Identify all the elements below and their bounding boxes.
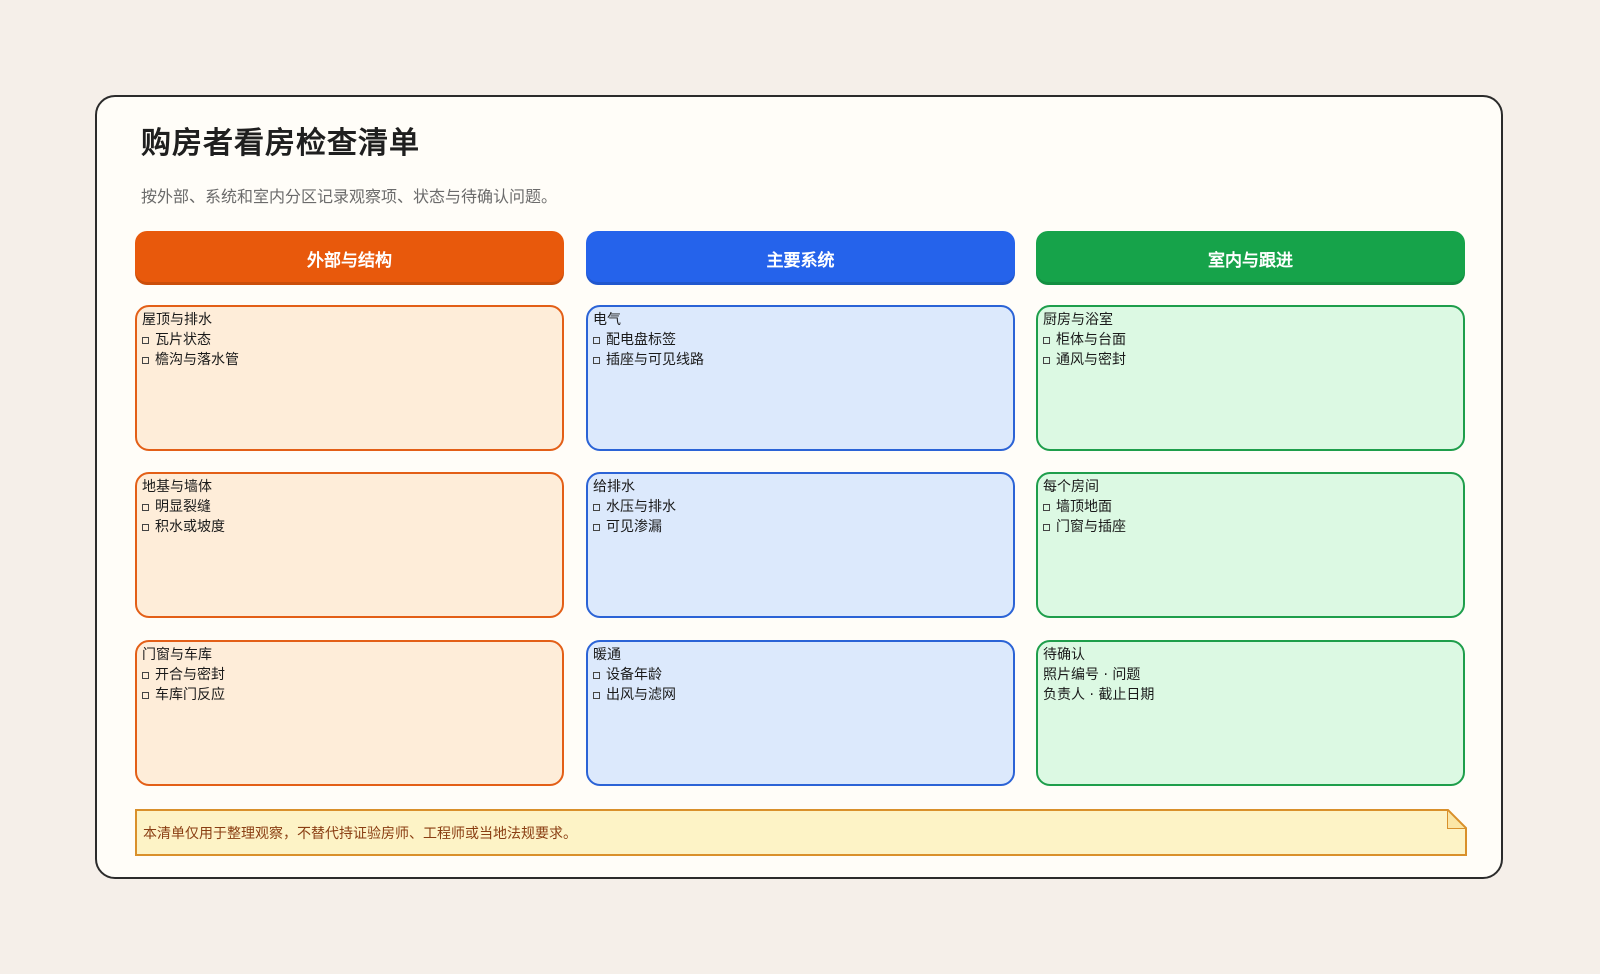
checkbox-icon — [1043, 356, 1050, 364]
checklist-item: 配电盘标签 — [593, 330, 1008, 350]
checklist-item-label: 瓦片状态 — [155, 332, 211, 348]
checkbox-icon — [142, 671, 149, 679]
disclaimer-note: 本清单仅用于整理观察，不替代持证验房师、工程师或当地法规要求。 — [135, 809, 1467, 856]
panel-title: 厨房与浴室 — [1043, 312, 1113, 328]
page-title: 购房者看房检查清单 — [141, 126, 420, 161]
checkbox-icon — [593, 691, 600, 699]
checklist-item: 积水或坡度 — [142, 517, 557, 537]
panel-title: 每个房间 — [1043, 479, 1099, 495]
checkbox-icon — [593, 503, 600, 511]
checkbox-icon — [593, 523, 600, 531]
follow-up-line: 照片编号 · 问题 — [1043, 667, 1141, 683]
panel-hvac: 暖通 设备年龄 出风与滤网 — [586, 640, 1015, 786]
checkbox-icon — [593, 356, 600, 364]
checklist-item: 檐沟与落水管 — [142, 350, 557, 370]
panel-doors-garage: 门窗与车库 开合与密封 车库门反应 — [135, 640, 564, 786]
checklist-item: 开合与密封 — [142, 665, 557, 685]
follow-up-line: 负责人 · 截止日期 — [1043, 687, 1155, 703]
checklist-item-label: 配电盘标签 — [606, 332, 676, 348]
checkbox-icon — [1043, 523, 1050, 531]
panel-title: 电气 — [593, 312, 621, 328]
panel-plumbing: 给排水 水压与排水 可见渗漏 — [586, 472, 1015, 618]
checklist-item-label: 水压与排水 — [606, 499, 676, 515]
panel-foundation-walls: 地基与墙体 明显裂缝 积水或坡度 — [135, 472, 564, 618]
checkbox-icon — [142, 356, 149, 364]
checklist-item: 插座与可见线路 — [593, 350, 1008, 370]
column-header-systems-label: 主要系统 — [766, 250, 835, 271]
checklist-item-label: 开合与密封 — [155, 667, 225, 683]
panel-title: 地基与墙体 — [142, 479, 212, 495]
checklist-item: 可见渗漏 — [593, 517, 1008, 537]
column-header-interior-label: 室内与跟进 — [1208, 250, 1293, 271]
checklist-item: 车库门反应 — [142, 685, 557, 705]
checklist-item: 水压与排水 — [593, 497, 1008, 517]
checklist-item-label: 插座与可见线路 — [606, 352, 704, 368]
checkbox-icon — [593, 671, 600, 679]
panel-title: 屋顶与排水 — [142, 312, 212, 328]
checklist-item: 出风与滤网 — [593, 685, 1008, 705]
panel-follow-up: 待确认 照片编号 · 问题 负责人 · 截止日期 — [1036, 640, 1465, 786]
checklist-item-label: 柜体与台面 — [1056, 332, 1126, 348]
folded-corner-icon — [1447, 809, 1467, 829]
checkbox-icon — [1043, 503, 1050, 511]
checklist-item: 明显裂缝 — [142, 497, 557, 517]
column-header-exterior-label: 外部与结构 — [307, 250, 392, 271]
checklist-item-label: 可见渗漏 — [606, 519, 662, 535]
checklist-item-label: 檐沟与落水管 — [155, 352, 239, 368]
checkbox-icon — [142, 523, 149, 531]
checklist-item-label: 车库门反应 — [155, 687, 225, 703]
checkbox-icon — [142, 336, 149, 344]
disclaimer-text: 本清单仅用于整理观察，不替代持证验房师、工程师或当地法规要求。 — [143, 825, 577, 842]
checklist-item-label: 明显裂缝 — [155, 499, 211, 515]
panel-each-room: 每个房间 墙顶地面 门窗与插座 — [1036, 472, 1465, 618]
checklist-item: 通风与密封 — [1043, 350, 1458, 370]
checkbox-icon — [593, 336, 600, 344]
checklist-item: 墙顶地面 — [1043, 497, 1458, 517]
checklist-item-label: 墙顶地面 — [1056, 499, 1112, 515]
checkbox-icon — [142, 691, 149, 699]
panel-title: 给排水 — [593, 479, 635, 495]
panel-title: 门窗与车库 — [142, 647, 212, 663]
panel-title: 暖通 — [593, 647, 621, 663]
panel-electrical: 电气 配电盘标签 插座与可见线路 — [586, 305, 1015, 451]
checklist-item: 门窗与插座 — [1043, 517, 1458, 537]
checklist-item: 瓦片状态 — [142, 330, 557, 350]
panel-kitchen-bath: 厨房与浴室 柜体与台面 通风与密封 — [1036, 305, 1465, 451]
column-header-interior: 室内与跟进 — [1036, 231, 1465, 285]
checkbox-icon — [142, 503, 149, 511]
checkbox-icon — [1043, 336, 1050, 344]
page-subtitle: 按外部、系统和室内分区记录观察项、状态与待确认问题。 — [141, 187, 558, 206]
column-header-exterior: 外部与结构 — [135, 231, 564, 285]
column-header-systems: 主要系统 — [586, 231, 1015, 285]
checklist-item-label: 积水或坡度 — [155, 519, 225, 535]
checklist-item: 柜体与台面 — [1043, 330, 1458, 350]
checklist-item: 设备年龄 — [593, 665, 1008, 685]
checklist-item-label: 出风与滤网 — [606, 687, 676, 703]
checklist-item-label: 设备年龄 — [606, 667, 662, 683]
panel-title: 待确认 — [1043, 647, 1085, 663]
panel-roof-drainage: 屋顶与排水 瓦片状态 檐沟与落水管 — [135, 305, 564, 451]
checklist-item-label: 通风与密封 — [1056, 352, 1126, 368]
checklist-item-label: 门窗与插座 — [1056, 519, 1126, 535]
